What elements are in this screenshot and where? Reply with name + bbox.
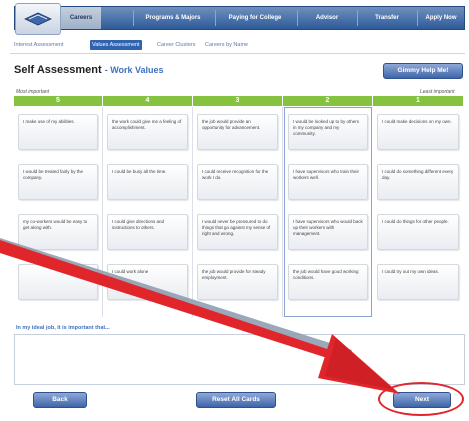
ideal-job-label: In my ideal job, it is important that... (16, 325, 110, 331)
column-header-2: 2 (283, 96, 373, 106)
nav-divider (417, 10, 418, 26)
book-logo-icon (24, 12, 52, 26)
column-header-4: 4 (103, 96, 193, 106)
nav-divider (215, 10, 216, 26)
value-card[interactable]: the job would provide for steady employm… (197, 264, 278, 300)
nav-divider (133, 10, 134, 26)
value-card[interactable]: I have supervisors who train their worke… (288, 164, 368, 200)
value-card[interactable]: I could make decisions on my own. (377, 114, 459, 150)
least-important-label: Least important (420, 89, 455, 95)
nav-divider (297, 10, 298, 26)
ideal-job-box[interactable] (14, 334, 465, 385)
value-card[interactable]: I could try out my own ideas. (377, 264, 459, 300)
value-card[interactable]: I could receive recognition for the work… (197, 164, 278, 200)
top-navigation: Careers Programs & Majors Paying for Col… (14, 3, 465, 35)
value-card[interactable]: I make use of my abilities. (18, 114, 98, 150)
value-card[interactable]: I could work alone (107, 264, 188, 300)
subnav-interest-assessment[interactable]: Interest Assessment (14, 40, 64, 50)
value-card[interactable]: I could give directions and instructions… (107, 214, 188, 250)
next-highlight-circle (378, 382, 464, 416)
tab-apply-now[interactable]: Apply Now (419, 7, 463, 29)
value-card[interactable]: the work could give me a feeling of acco… (107, 114, 188, 150)
site-logo[interactable] (15, 3, 61, 35)
subnav-values-assessment[interactable]: Values Assessment (90, 40, 142, 50)
value-card[interactable]: the job would have good working conditio… (288, 264, 368, 300)
value-card[interactable]: I have supervisors who would back up the… (288, 214, 368, 250)
page-title: Self Assessment - Work Values (14, 64, 164, 76)
value-card[interactable]: I would be treated fairly by the company… (18, 164, 98, 200)
tab-programs-majors[interactable]: Programs & Majors (135, 7, 211, 29)
nav-divider (357, 10, 358, 26)
value-card[interactable]: my co-workers would be easy to get along… (18, 214, 98, 250)
back-button[interactable]: Back (33, 392, 87, 408)
reset-all-cards-button[interactable]: Reset All Cards (196, 392, 276, 408)
value-card[interactable]: I would be looked up to by others in my … (288, 114, 368, 150)
page-subtitle: Work Values (110, 65, 164, 75)
value-card[interactable]: I could do something different every day… (377, 164, 459, 200)
subnav-careers-by-name[interactable]: Careers by Name (205, 40, 248, 50)
column-header-1: 1 (373, 96, 463, 106)
page-title-text: Self Assessment (14, 64, 102, 76)
value-card[interactable]: I would never be pressured to do things … (197, 214, 278, 250)
value-card[interactable]: I could do things for other people. (377, 214, 459, 250)
help-button[interactable]: Gimmy Help Me! (383, 63, 463, 79)
subnav-career-clusters[interactable]: Career Clusters (157, 40, 196, 50)
value-card[interactable] (18, 264, 98, 300)
tab-paying-for-college[interactable]: Paying for College (217, 7, 293, 29)
value-card[interactable]: I could be busy all the time. (107, 164, 188, 200)
tab-advisor[interactable]: Advisor (299, 7, 355, 29)
value-card[interactable]: the job would provide an opportunity for… (197, 114, 278, 150)
tab-careers[interactable]: Careers (61, 7, 101, 29)
tab-transfer[interactable]: Transfer (359, 7, 415, 29)
most-important-label: Most important (16, 89, 50, 95)
column-header-5: 5 (14, 96, 103, 106)
subnav-divider (10, 53, 465, 54)
column-header-3: 3 (193, 96, 283, 106)
